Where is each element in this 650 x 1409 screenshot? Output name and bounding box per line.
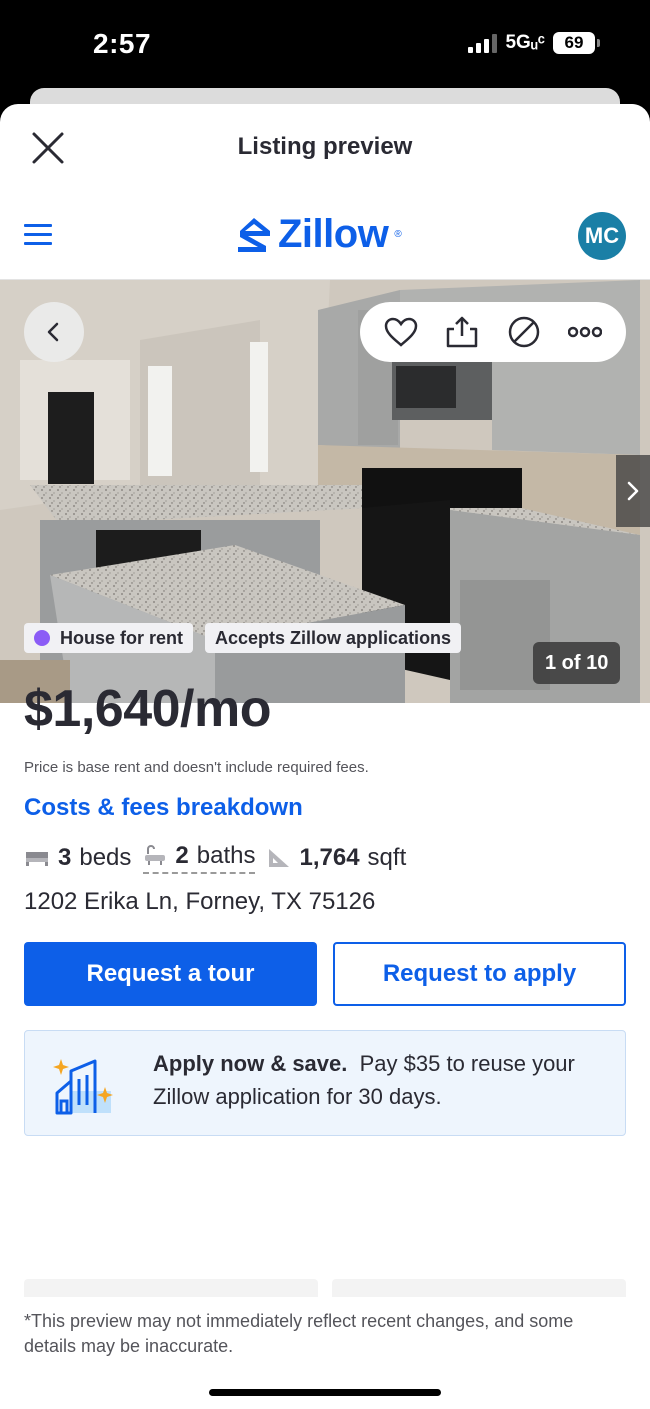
logo-text: Zillow xyxy=(278,212,389,256)
beds-label: beds xyxy=(79,844,132,871)
menu-icon[interactable] xyxy=(24,224,52,248)
apply-building-icon xyxy=(53,1059,113,1115)
listing-price: $1,640/mo xyxy=(24,680,272,738)
sqft-value: 1,764 xyxy=(299,844,360,871)
more-icon xyxy=(568,326,603,338)
status-bar: 2:57 5Gᵤᶜ 69 xyxy=(0,0,650,95)
zillow-logo[interactable]: Zillow ® xyxy=(236,212,402,257)
baths-label: baths xyxy=(196,842,256,869)
next-chevron-icon xyxy=(627,481,639,501)
beds-fact: 3 beds xyxy=(24,844,131,872)
promo-text: Apply now & save. Pay $35 to reuse your … xyxy=(153,1047,605,1113)
back-button[interactable] xyxy=(24,302,84,362)
next-photo-button[interactable] xyxy=(616,455,650,527)
preview-header: Listing preview xyxy=(0,104,650,192)
bed-icon xyxy=(26,852,48,866)
battery-icon: 69 xyxy=(553,32,600,54)
share-button[interactable] xyxy=(442,312,482,352)
bath-icon xyxy=(145,845,166,865)
network-label: 5Gᵤᶜ xyxy=(505,32,545,53)
tag-house-for-rent: House for rent xyxy=(24,623,194,653)
listing-facts: 3 beds 2 baths 1,764 sqft xyxy=(24,842,626,874)
avatar[interactable]: MC xyxy=(578,212,626,260)
content-card-stub xyxy=(332,1279,626,1297)
signal-icon xyxy=(468,33,498,53)
heart-icon xyxy=(384,317,418,347)
status-time: 2:57 xyxy=(93,28,152,59)
baths-count: 2 xyxy=(175,842,189,869)
back-chevron-icon xyxy=(47,322,59,342)
price-note: Price is base rent and doesn't include r… xyxy=(24,759,369,776)
more-button[interactable] xyxy=(565,312,605,352)
listing-address: 1202 Erika Ln, Forney, TX 75126 xyxy=(24,888,376,915)
action-buttons: Request a tour Request to apply xyxy=(24,942,626,1006)
listing-tags: House for rent Accepts Zillow applicatio… xyxy=(24,623,626,653)
sqft-fact: 1,764 sqft xyxy=(267,844,406,872)
request-tour-button[interactable]: Request a tour xyxy=(24,942,317,1006)
zillow-header: Zillow ® MC xyxy=(0,192,650,280)
tag-accepts-applications: Accepts Zillow applications xyxy=(205,623,462,653)
save-button[interactable] xyxy=(381,312,421,352)
promo-headline: Apply now & save. xyxy=(153,1051,348,1076)
status-indicators: 5Gᵤᶜ 69 xyxy=(468,32,600,54)
request-apply-button[interactable]: Request to apply xyxy=(333,942,626,1006)
photo-actions xyxy=(360,302,626,362)
tag-label: Accepts Zillow applications xyxy=(215,627,452,648)
costs-fees-link[interactable]: Costs & fees breakdown xyxy=(24,794,626,822)
beds-count: 3 xyxy=(58,844,72,871)
hide-button[interactable] xyxy=(504,312,544,352)
baths-fact[interactable]: 2 baths xyxy=(143,842,256,874)
listing-details: House for rent Accepts Zillow applicatio… xyxy=(24,623,626,1136)
share-icon xyxy=(447,316,478,348)
sqft-icon xyxy=(269,849,290,867)
rent-status-dot xyxy=(34,630,50,646)
content-card-stub xyxy=(24,1279,318,1297)
hide-icon xyxy=(508,316,539,348)
listing-preview-sheet: Listing preview Zillow ® MC 1 of 10 Hous… xyxy=(0,104,650,1409)
preview-disclaimer: *This preview may not immediately reflec… xyxy=(24,1311,574,1356)
more-content-stubs xyxy=(24,1279,626,1297)
tag-label: House for rent xyxy=(60,627,184,648)
apply-promo-banner[interactable]: Apply now & save. Pay $35 to reuse your … xyxy=(24,1030,626,1136)
zillow-logo-icon xyxy=(238,217,270,252)
sqft-label: sqft xyxy=(367,844,407,871)
preview-title: Listing preview xyxy=(237,133,413,160)
battery-level: 69 xyxy=(564,33,584,52)
home-indicator[interactable] xyxy=(209,1389,441,1396)
